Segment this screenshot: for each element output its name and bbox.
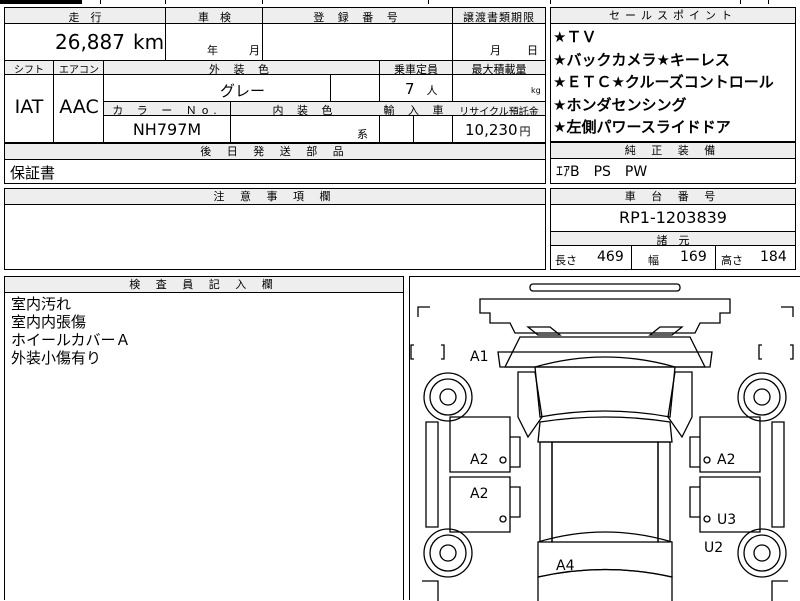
damage-mark-a4: A4 xyxy=(556,558,575,574)
transfer-label: 譲渡書類期限 xyxy=(463,11,535,24)
recycle-value: 10,230 円 xyxy=(465,121,531,139)
mileage-label: 走 行 xyxy=(68,11,102,24)
sales-point-item: ★ＴＶ xyxy=(553,28,597,46)
length-value: 469 xyxy=(597,249,624,265)
color-no-label: カ ラ ー Ｎo. xyxy=(112,104,222,117)
length-label: 長さ xyxy=(555,254,577,267)
notes-label: 注 意 事 項 欄 xyxy=(5,189,545,205)
registration-label: 登 録 番 号 xyxy=(313,11,403,24)
capacity-value: 7人 xyxy=(405,80,438,98)
inspection-label: 車 検 xyxy=(198,11,231,24)
shift-label: シフト xyxy=(14,65,44,76)
ac-value: AAC xyxy=(59,96,99,118)
exterior-color-value: グレー xyxy=(220,82,266,100)
damage-mark-a2-left-rear: A2 xyxy=(470,486,489,502)
chassis-label: 車 台 番 号 xyxy=(551,189,795,205)
genuine-equipment-label: 純 正 装 備 xyxy=(551,143,795,159)
inspector-line: 外装小傷有り xyxy=(11,349,102,367)
height-label: 高さ xyxy=(721,254,743,267)
shift-value: IAT xyxy=(14,96,44,118)
sales-point-item: ★ホンダセンシング xyxy=(553,95,687,114)
genuine-equipment-value: ｴｱB PS PW xyxy=(556,164,648,180)
car-diagram: A1 A2 A2 A2 A2 U3 U2 A4 xyxy=(409,276,800,601)
max-load-label: 最大積載量 xyxy=(471,63,527,76)
damage-mark-a1: A1 xyxy=(470,349,489,365)
later-parts-value: 保証書 xyxy=(10,164,56,182)
inspection-month: 月 xyxy=(249,44,260,57)
spec-table: 走 行 車 検 登 録 番 号 譲渡書類期限 26,887 km 年 月 月 日 … xyxy=(4,7,546,143)
sales-point-item: ★左側パワースライドドア xyxy=(553,118,731,136)
inspector-label: 検 査 員 記 入 欄 xyxy=(5,277,403,293)
inspection-year: 年 xyxy=(207,44,218,57)
sales-points-list: ★ＴＶ ★バックカメラ★キーレス ★ＥＴＣ★クルーズコントロール ★ホンダセンシ… xyxy=(553,26,793,139)
import-label: 輸 入 車 xyxy=(383,104,449,117)
later-parts-section: 後 日 発 送 部 品 保証書 xyxy=(4,143,546,184)
ac-label: エアコン xyxy=(59,65,99,76)
sales-point-item: ★バックカメラ★キーレス xyxy=(553,50,730,69)
damage-mark-a2-right-front: A2 xyxy=(717,452,736,468)
inspector-section: 検 査 員 記 入 欄 室内汚れ 室内内張傷 ホイールカバーＡ 外装小傷有り xyxy=(4,276,404,600)
transfer-day: 日 xyxy=(527,44,538,57)
later-parts-label: 後 日 発 送 部 品 xyxy=(5,144,545,160)
sales-points-label: セールスポイント xyxy=(551,8,795,24)
interior-color-unit: 系 xyxy=(357,128,368,141)
sales-points-section: セールスポイント ★ＴＶ ★バックカメラ★キーレス ★ＥＴＣ★クルーズコントロー… xyxy=(550,7,796,142)
sales-point-item: ★ＥＴＣ★クルーズコントロール xyxy=(553,73,774,91)
chassis-section: 車 台 番 号 RP1-1203839 諸 元 長さ 469 幅 169 高さ … xyxy=(550,188,796,270)
chassis-value: RP1-1203839 xyxy=(619,208,727,227)
inspector-notes: 室内汚れ 室内内張傷 ホイールカバーＡ 外装小傷有り xyxy=(11,295,131,367)
capacity-label: 乗車定員 xyxy=(394,63,438,76)
top-strip xyxy=(0,0,800,5)
dimensions-label: 諸 元 xyxy=(656,234,690,247)
height-value: 184 xyxy=(760,249,787,265)
interior-color-label: 内 装 色 xyxy=(272,104,338,117)
damage-mark-u2: U2 xyxy=(704,540,724,556)
damage-mark-u3: U3 xyxy=(717,512,737,528)
width-value: 169 xyxy=(680,249,707,265)
inspector-line: 室内内張傷 xyxy=(11,313,87,331)
width-label: 幅 xyxy=(648,254,659,267)
top-strip-black-block xyxy=(0,0,82,4)
inspector-line: ホイールカバーＡ xyxy=(11,331,131,349)
damage-mark-a2-left-front: A2 xyxy=(470,452,489,468)
mileage-value: 26,887 km xyxy=(55,30,165,54)
genuine-equipment-section: 純 正 装 備 ｴｱB PS PW xyxy=(550,142,796,184)
transfer-month: 月 xyxy=(490,44,501,57)
max-load-unit: kg xyxy=(531,86,541,95)
inspector-line: 室内汚れ xyxy=(11,295,72,313)
notes-section: 注 意 事 項 欄 xyxy=(4,188,546,270)
exterior-color-label: 外 装 色 xyxy=(209,63,274,76)
color-no-value: NH797M xyxy=(132,120,202,139)
car-outline-drawing xyxy=(410,283,794,601)
recycle-label: リサイクル預託金 xyxy=(459,107,539,118)
